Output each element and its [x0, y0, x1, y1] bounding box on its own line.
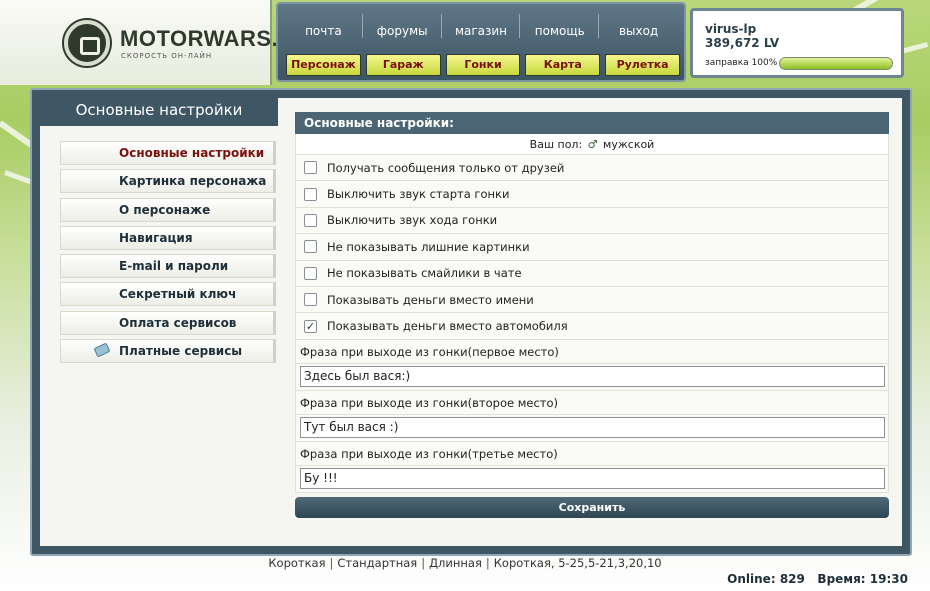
game-nav-buttons: Персонаж Гараж Гонки Карта Рулетка	[286, 54, 680, 76]
option-row: Не показывать смайлики в чате	[295, 260, 889, 287]
nav-link-logout[interactable]: выход	[599, 10, 678, 48]
time-value: 19:30	[869, 572, 908, 586]
option-label: Не показывать лишние картинки	[327, 239, 530, 254]
option-label: Не показывать смайлики в чате	[327, 266, 522, 281]
option-row: Выключить звук старта гонки	[295, 181, 889, 208]
male-gender-icon: ♂	[587, 138, 598, 151]
option-checkbox[interactable]	[304, 161, 317, 175]
sidebar-item-secret-key[interactable]: Секретный ключ	[60, 282, 276, 307]
ticket-icon	[93, 342, 111, 358]
settings-form: Основные настройки: Ваш пол: ♂ мужской П…	[295, 112, 889, 518]
nav-link-shop[interactable]: магазин	[442, 10, 521, 48]
username[interactable]: virus-lp	[705, 22, 756, 36]
footer-chat-modes: Короткая | Стандартная | Длинная | Короткая, 5…	[0, 556, 930, 570]
option-checkbox[interactable]: ✓	[304, 319, 317, 333]
option-row: ✓ Показывать деньги вместо автомобиля	[295, 313, 889, 340]
phrase-third-row	[295, 465, 889, 493]
footer-link-short[interactable]: Короткая	[268, 556, 325, 570]
option-row: Показывать деньги вместо имени	[295, 286, 889, 314]
gender-label: Ваш пол:	[529, 138, 583, 151]
option-label: Показывать деньги вместо имени	[327, 292, 534, 307]
sidebar-title: Основные настройки	[40, 94, 278, 126]
fuel-label: заправка 100%	[705, 58, 778, 68]
phrase-third-input[interactable]	[300, 467, 885, 489]
settings-header: Основные настройки:	[295, 112, 889, 134]
option-label: Показывать деньги вместо автомобиля	[327, 319, 568, 334]
site-logo[interactable]: MOTORWARS.RU СКОРОСТЬ ОН-ЛАЙН	[0, 0, 310, 85]
phrase-third-label: Фраза при выходе из гонки(третье место)	[295, 441, 889, 466]
footer-link-standard[interactable]: Стандартная	[337, 556, 417, 570]
sidebar-item-label: Оплата сервисов	[119, 315, 237, 330]
nav-link-help[interactable]: помощь	[520, 10, 599, 48]
gender-value: мужской	[603, 138, 655, 151]
settings-sidebar: Основные настройки Картинка персонажа О …	[60, 141, 276, 367]
sidebar-item-service-payment[interactable]: Оплата сервисов	[60, 310, 276, 335]
nav-link-forums[interactable]: форумы	[363, 10, 442, 48]
sidebar-item-label: Навигация	[119, 230, 193, 245]
sidebar-item-label: Картинка персонажа	[119, 174, 267, 189]
option-checkbox[interactable]	[304, 213, 317, 227]
option-label: Получать сообщения только от друзей	[327, 160, 565, 175]
nav-link-mail[interactable]: почта	[284, 10, 363, 48]
separator: |	[329, 556, 334, 570]
separator: |	[485, 556, 490, 570]
footer-stats: Online: 829 Время: 19:30	[727, 572, 908, 586]
option-checkbox[interactable]	[304, 240, 317, 254]
sidebar-item-label: Секретный ключ	[119, 287, 237, 302]
sidebar-item-about-character[interactable]: О персонаже	[60, 197, 276, 222]
option-checkbox[interactable]	[304, 187, 317, 201]
option-checkbox[interactable]	[304, 266, 317, 280]
sidebar-item-character-picture[interactable]: Картинка персонажа	[60, 169, 276, 194]
top-nav-links: почта форумы магазин помощь выход	[284, 10, 678, 48]
option-checkbox[interactable]	[304, 293, 317, 307]
phrase-second-input[interactable]	[300, 416, 885, 438]
nav-button-races[interactable]: Гонки	[445, 54, 521, 76]
footer-link-long[interactable]: Длинная	[429, 556, 482, 570]
online-count: 829	[779, 572, 805, 586]
save-button[interactable]: Сохранить	[295, 496, 889, 518]
time-label: Время:	[817, 572, 866, 586]
gender-row: Ваш пол: ♂ мужской	[295, 134, 889, 155]
phrase-first-label: Фраза при выходе из гонки(первое место)	[295, 339, 889, 364]
option-row: Не показывать лишние картинки	[295, 234, 889, 261]
user-balance: 389,672 LV	[705, 36, 780, 50]
option-label: Выключить звук хода гонки	[327, 213, 498, 228]
sidebar-item-label: О персонаже	[119, 202, 211, 217]
phrase-first-input[interactable]	[300, 365, 885, 387]
nav-button-character[interactable]: Персонаж	[286, 54, 361, 76]
phrase-second-label: Фраза при выходе из гонки(второе место)	[295, 390, 889, 415]
separator: |	[421, 556, 426, 570]
sidebar-item-email-passwords[interactable]: E-mail и пароли	[60, 254, 276, 279]
sidebar-item-paid-services[interactable]: Платные сервисы	[60, 339, 276, 364]
sidebar-item-main-settings[interactable]: Основные настройки	[60, 141, 276, 165]
logo-emblem-icon	[64, 20, 110, 66]
online-label: Online:	[727, 572, 776, 586]
fuel-progress-fill	[780, 58, 892, 69]
nav-button-roulette[interactable]: Рулетка	[605, 54, 680, 76]
nav-button-map[interactable]: Карта	[525, 54, 601, 76]
main-navigation: почта форумы магазин помощь выход Персон…	[276, 2, 686, 82]
option-row: Выключить звук хода гонки	[295, 207, 889, 235]
sidebar-item-label: Основные настройки	[119, 146, 265, 160]
nav-button-garage[interactable]: Гараж	[365, 54, 441, 76]
sidebar-item-label: E-mail и пароли	[119, 259, 229, 274]
sidebar-item-label: Платные сервисы	[119, 344, 243, 359]
logo-subtitle: СКОРОСТЬ ОН-ЛАЙН	[121, 52, 213, 60]
user-info-panel: virus-lp 389,672 LV заправка 100%	[690, 8, 904, 78]
option-label: Выключить звук старта гонки	[327, 187, 510, 202]
phrase-first-row	[295, 363, 889, 391]
option-row: Получать сообщения только от друзей	[295, 155, 889, 182]
phrase-second-row	[295, 414, 889, 442]
fuel-progress-bar	[779, 57, 893, 70]
footer-link-short-custom[interactable]: Короткая, 5-25,5-21,3,20,10	[494, 556, 662, 570]
sidebar-item-navigation[interactable]: Навигация	[60, 225, 276, 250]
